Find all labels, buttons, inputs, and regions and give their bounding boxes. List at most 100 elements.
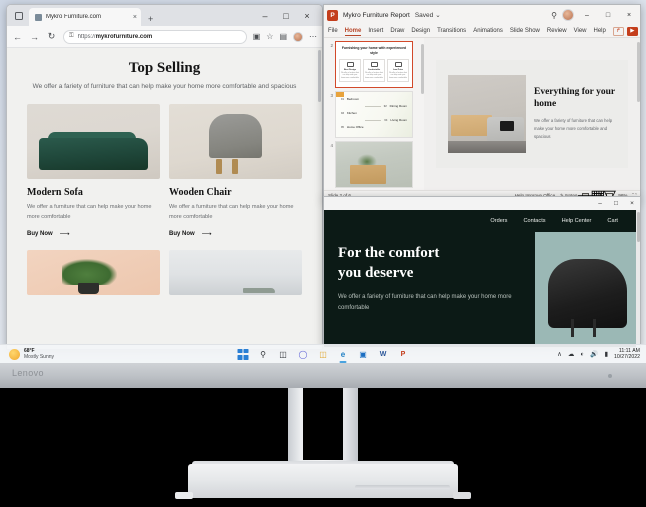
tab-actions-icon[interactable] (11, 5, 27, 26)
share-button[interactable]: ↱ (612, 26, 624, 36)
slide-thumbnail-2[interactable]: Furnishing your home with experienced st… (335, 41, 413, 88)
buy-now-button[interactable]: Buy Now ⟶ (169, 230, 302, 238)
browser-tab[interactable]: Mykro Furniture.com × (29, 8, 141, 26)
weather-widget[interactable]: 68°F Mostly Sunny (0, 348, 160, 361)
chat-icon[interactable]: ◯ (297, 348, 310, 361)
save-state-button[interactable]: Saved ⌄ (415, 11, 441, 20)
secondary-scrollbar[interactable] (636, 210, 640, 347)
document-title[interactable]: Mykro Furniture Report (343, 12, 410, 19)
collections-icon[interactable]: ▣ (253, 32, 261, 41)
page-title: Top Selling (128, 60, 201, 76)
ribbon-tab-view[interactable]: View (574, 28, 587, 34)
web2-minimize-button[interactable]: – (592, 200, 608, 207)
edge-browser-window[interactable]: Mykro Furniture.com × + – □ × ← → ↻ ⚿ ht… (6, 4, 323, 350)
ribbon-tab-animations[interactable]: Animations (473, 28, 503, 34)
slide-body-text[interactable]: We offer a fariety of furniture that can… (534, 117, 616, 141)
product-image-potted-plant[interactable] (27, 250, 160, 296)
ribbon-tab-help[interactable]: Help (594, 28, 606, 34)
powerpoint-window[interactable]: P Mykro Furniture Report Saved ⌄ ⚲ – □ ×… (323, 4, 641, 200)
stage-scrollbar[interactable] (636, 38, 640, 190)
ppt-minimize-button[interactable]: – (579, 12, 595, 19)
ribbon-tab-home[interactable]: Home (344, 28, 361, 36)
new-tab-button[interactable]: + (148, 14, 153, 24)
scrollbar-thumb[interactable] (636, 212, 640, 242)
windows-taskbar: 68°F Mostly Sunny ⚲ ◫ ◯ ◫ e ▣ W P ∧ ☁ ◐ … (0, 344, 646, 363)
search-icon[interactable]: ⚲ (257, 348, 270, 361)
web2-close-button[interactable]: × (624, 200, 640, 207)
product-grid: Modern Sofa We offer a furniture that ca… (7, 93, 322, 238)
browser-close-button[interactable]: × (296, 5, 318, 26)
browser-scrollbar[interactable] (317, 48, 322, 349)
buy-now-button[interactable]: Buy Now ⟶ (27, 230, 160, 238)
chevron-up-icon[interactable]: ∧ (557, 350, 562, 358)
product-card[interactable]: Modern Sofa We offer a furniture that ca… (27, 103, 160, 238)
slide3-list-item: 04 Living Room (341, 118, 407, 122)
ppt-maximize-button[interactable]: □ (600, 12, 616, 19)
microsoft-store-icon[interactable]: ▣ (357, 348, 370, 361)
nav-link-cart[interactable]: Cart (607, 218, 618, 224)
search-icon[interactable]: ⚲ (551, 11, 557, 20)
taskbar-clock[interactable]: 11:11 AM 10/27/2022 (614, 348, 640, 360)
ribbon-tab-slide-show[interactable]: Slide Show (510, 28, 540, 34)
settings-more-icon[interactable]: ⋯ (309, 32, 317, 41)
monitor-stand-cutout (303, 388, 343, 460)
profile-avatar[interactable] (293, 31, 303, 42)
slide3-item-label: Living Room (390, 118, 407, 122)
ribbon-tab-file[interactable]: File (328, 28, 338, 34)
slide3-item-number: 04 (384, 118, 388, 122)
active-slide-canvas[interactable]: Everything for your home We offer a fari… (436, 60, 628, 168)
file-explorer-icon[interactable]: ◫ (317, 348, 330, 361)
slide-thumbnail-item[interactable]: 4 (325, 141, 424, 188)
edge-browser-icon[interactable]: e (337, 348, 350, 363)
powerpoint-app-icon: P (327, 9, 338, 21)
product-image-minimal-shelf[interactable] (169, 250, 302, 296)
slide-thumbnail-item[interactable]: 2 Furnishing your home with experienced … (325, 41, 424, 88)
scrollbar-thumb[interactable] (636, 42, 640, 102)
slide-heading[interactable]: Everything for your home (534, 87, 616, 111)
browser-minimize-button[interactable]: – (254, 5, 276, 26)
scrollbar-thumb[interactable] (318, 50, 321, 102)
slide-thumbnail-3[interactable]: 01 Bedroom 02 Dining Room 03 Kitchen 04 … (335, 91, 413, 138)
product-card[interactable]: Wooden Chair We offer a furniture that c… (169, 103, 302, 238)
favorites-star-icon[interactable]: ☆ (266, 32, 273, 41)
split-screen-icon[interactable]: ▤ (279, 32, 287, 41)
reload-icon[interactable]: ↻ (46, 31, 57, 42)
account-avatar[interactable] (562, 9, 574, 21)
ribbon-tab-review[interactable]: Review (547, 28, 567, 34)
task-view-icon[interactable]: ◫ (277, 348, 290, 361)
ribbon-tab-transitions[interactable]: Transitions (437, 28, 466, 34)
address-bar[interactable]: ⚿ https://mykrofurniture.com (63, 29, 247, 44)
browser-maximize-button[interactable]: □ (275, 5, 297, 26)
web-page-content: Top Selling We offer a fariety of furnit… (7, 48, 322, 349)
slide-thumbnail-4[interactable] (335, 141, 413, 188)
back-icon[interactable]: ← (12, 32, 23, 42)
ppt-close-button[interactable]: × (621, 12, 637, 19)
slide-thumbnail-item[interactable]: 3 01 Bedroom 02 Dining Room 03 Kitchen 0… (325, 91, 424, 138)
ribbon-tab-design[interactable]: Design (411, 28, 430, 34)
start-button[interactable] (237, 348, 250, 361)
powerpoint-icon[interactable]: P (397, 348, 410, 361)
ribbon-tab-draw[interactable]: Draw (390, 28, 404, 34)
forward-icon[interactable]: → (29, 32, 40, 42)
nav-link-help-center[interactable]: Help Center (562, 218, 592, 224)
cloud-icon[interactable]: ☁ (568, 350, 575, 358)
slide-edit-stage[interactable]: Everything for your home We offer a fari… (424, 38, 640, 190)
present-button[interactable]: ▶ (626, 26, 638, 36)
nav-link-contacts[interactable]: Contacts (523, 218, 545, 224)
ribbon-tab-insert[interactable]: Insert (368, 28, 383, 34)
word-icon[interactable]: W (377, 348, 390, 361)
lock-icon: ⚿ (69, 33, 74, 39)
secondary-browser-window[interactable]: – □ × Orders Contacts Help Center Cart F… (323, 196, 641, 348)
hero-body-text: We offer a fariety of furniture that can… (338, 294, 512, 311)
web2-maximize-button[interactable]: □ (608, 200, 624, 207)
wifi-icon[interactable]: ◐ (580, 351, 584, 358)
slide3-item-label: Dining Room (389, 104, 407, 108)
slide-image-living-room[interactable] (448, 75, 526, 153)
slide-thumbnail-panel[interactable]: 2 Furnishing your home with experienced … (324, 38, 424, 190)
comfort-icon (370, 62, 378, 68)
nav-link-orders[interactable]: Orders (490, 218, 507, 224)
tab-close-icon[interactable]: × (133, 14, 137, 21)
speaker-icon[interactable]: 🔊 (590, 350, 598, 358)
battery-icon[interactable]: ▮ (604, 350, 608, 358)
tab-favicon (35, 13, 42, 21)
